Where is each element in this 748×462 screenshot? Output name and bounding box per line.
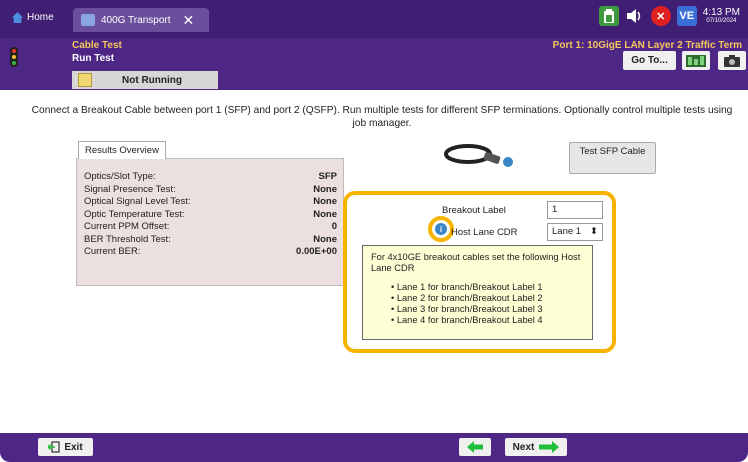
exit-label: Exit (64, 441, 83, 453)
battery-icon[interactable] (598, 6, 619, 26)
result-row: Optic Temperature Test: None (84, 209, 337, 222)
tab-close-icon[interactable]: ✕ (182, 13, 194, 27)
result-label: Optic Temperature Test: (84, 208, 185, 220)
screenshot-button[interactable] (718, 51, 746, 70)
next-button[interactable]: Next (505, 438, 567, 456)
dashboard-button[interactable] (682, 51, 710, 70)
result-label: Optical Signal Level Test: (84, 196, 191, 207)
host-lane-cdr-value: Lane 1 (552, 226, 582, 237)
result-value: None (313, 208, 337, 220)
home-icon (12, 12, 23, 23)
status-text: Not Running (122, 74, 182, 86)
result-value: SFP (318, 171, 337, 182)
breakout-label-label: Breakout Label (442, 205, 506, 216)
tab-400g-transport[interactable]: 400G Transport ✕ (73, 8, 209, 32)
result-row: Current PPM Offset: 0 (84, 221, 337, 234)
go-to-button[interactable]: Go To... (623, 51, 676, 70)
tab-results-overview[interactable]: Results Overview (78, 141, 166, 159)
traffic-light-icon (10, 47, 18, 67)
spinner-arrows-icon: ⬍ (590, 226, 598, 237)
breakout-cable-icon (444, 144, 513, 167)
breadcrumb-cable-test[interactable]: Cable Test (72, 40, 122, 51)
home-label: Home (27, 12, 54, 23)
exit-icon (48, 441, 60, 453)
dashboard-icon (686, 54, 706, 67)
test-sfp-cable-button[interactable]: Test SFP Cable (569, 142, 656, 174)
host-lane-cdr-select[interactable]: Lane 1 ⬍ (547, 223, 603, 241)
result-row: Current BER: 0.00E+00 (84, 246, 337, 259)
result-row: BER Threshold Test: None (84, 234, 337, 247)
breadcrumb-run-test[interactable]: Run Test (72, 53, 114, 64)
remote-access-icon[interactable]: VE (676, 6, 697, 26)
tooltip-heading: For 4x10GE breakout cables set the follo… (371, 252, 581, 273)
network-error-icon[interactable]: ✕ (650, 6, 671, 26)
result-value: 0.00E+00 (296, 246, 337, 257)
info-icon[interactable]: i (435, 223, 447, 235)
camera-icon (724, 54, 740, 67)
result-label: Signal Presence Test: (84, 183, 176, 195)
result-value: None (313, 196, 337, 207)
app-header: Cable Test Run Test Port 1: 10GigE LAN L… (0, 38, 748, 90)
back-button[interactable] (459, 438, 491, 456)
next-label: Next (512, 441, 535, 453)
clock: 4:13 PM 07/10/2024 (703, 7, 740, 25)
app-icon (81, 14, 95, 26)
host-lane-cdr-label: Host Lane CDR (451, 227, 518, 238)
result-label: Optics/Slot Type: (84, 171, 156, 182)
list-item: Lane 3 for branch/Breakout Label 3 (391, 304, 584, 315)
footer-bar: Exit Next (0, 433, 748, 462)
system-bar: Home 400G Transport ✕ ✕ VE 4:13 PM 07/10… (0, 0, 748, 38)
result-label: Current PPM Offset: (84, 221, 170, 232)
exit-button[interactable]: Exit (38, 438, 93, 456)
instructions-text: Connect a Breakout Cable between port 1 … (31, 105, 733, 129)
result-value: 0 (331, 221, 337, 232)
arrow-right-icon (539, 441, 560, 453)
result-row: Optics/Slot Type: SFP (84, 171, 337, 184)
results-overview-panel: Optics/Slot Type: SFP Signal Presence Tes… (76, 158, 344, 286)
result-value: None (313, 183, 337, 195)
tab-label: 400G Transport (101, 14, 171, 26)
host-lane-tooltip: For 4x10GE breakout cables set the follo… (362, 245, 593, 340)
tooltip-list: Lane 1 for branch/Breakout Label 1 Lane … (371, 282, 584, 326)
clock-date: 07/10/2024 (706, 18, 737, 25)
result-label: Current BER: (84, 246, 141, 257)
status-indicator-icon (78, 73, 92, 87)
result-row: Signal Presence Test: None (84, 184, 337, 197)
result-label: BER Threshold Test: (84, 233, 171, 245)
result-row: Optical Signal Level Test: None (84, 196, 337, 209)
home-button[interactable]: Home (12, 12, 54, 23)
port-title: Port 1: 10GigE LAN Layer 2 Traffic Term (552, 40, 742, 51)
list-item: Lane 1 for branch/Breakout Label 1 (391, 282, 584, 293)
test-status-bar: Not Running (72, 71, 218, 89)
breakout-label-input[interactable]: 1 (547, 201, 603, 219)
arrow-left-icon (467, 441, 483, 453)
result-value: None (313, 233, 337, 245)
list-item: Lane 4 for branch/Breakout Label 4 (391, 315, 584, 326)
speaker-icon[interactable] (625, 6, 645, 26)
clock-time: 4:13 PM (702, 7, 740, 19)
list-item: Lane 2 for branch/Breakout Label 2 (391, 293, 584, 304)
